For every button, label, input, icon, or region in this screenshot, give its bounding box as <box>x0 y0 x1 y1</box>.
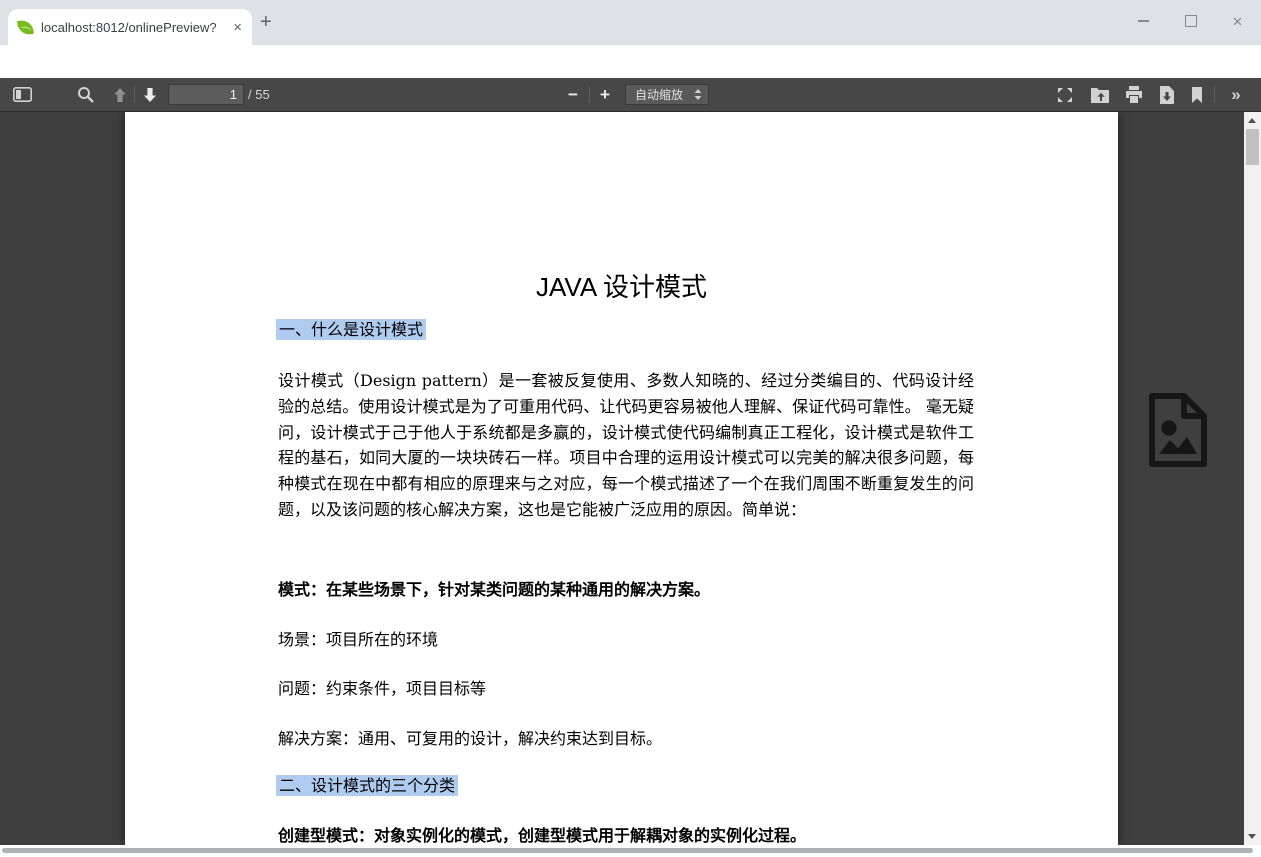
broken-image-placeholder <box>1140 390 1216 470</box>
open-file-button[interactable] <box>1086 78 1114 111</box>
window-controls: × <box>1120 0 1261 42</box>
spring-leaf-favicon-icon <box>17 19 34 36</box>
plus-icon: + <box>600 86 610 103</box>
zoom-out-button[interactable]: − <box>560 78 586 111</box>
pdf-page: JAVA 设计模式 一、什么是设计模式 设计模式（Design pattern）… <box>125 112 1118 845</box>
page-count-label: / 55 <box>248 87 270 102</box>
bookmark-view-button[interactable] <box>1186 78 1208 111</box>
arrow-up-icon <box>112 87 128 103</box>
tab-strip: localhost:8012/onlinePreview? × + × <box>0 0 1261 45</box>
highlighted-heading: 一、什么是设计模式 <box>276 319 426 340</box>
doc-heading-2: 二、设计模式的三个分类 <box>276 772 458 796</box>
doc-pattern-definition: 模式：在某些场景下，针对某类问题的某种通用的解决方案。 <box>278 576 710 600</box>
presentation-mode-button[interactable] <box>1052 78 1078 111</box>
minimize-icon <box>1138 20 1149 21</box>
maximize-button[interactable] <box>1167 0 1214 42</box>
next-page-button[interactable] <box>138 78 162 111</box>
horizontal-scrollbar-thumb[interactable] <box>2 848 1253 853</box>
close-icon: × <box>1233 13 1243 30</box>
close-button[interactable]: × <box>1214 0 1261 42</box>
highlighted-heading: 二、设计模式的三个分类 <box>276 775 458 796</box>
print-button[interactable] <box>1120 78 1148 111</box>
zoom-mode-value: 自动缩放 <box>635 86 683 103</box>
zoom-in-button[interactable]: + <box>592 78 618 111</box>
doc-problem-line: 问题：约束条件，项目目标等 <box>278 675 486 699</box>
browser-window: localhost:8012/onlinePreview? × + × i lo… <box>0 0 1261 857</box>
find-button[interactable] <box>72 78 98 111</box>
scroll-down-arrow-icon[interactable] <box>1248 834 1256 839</box>
doc-scene-line: 场景：项目所在的环境 <box>278 626 438 650</box>
fullscreen-icon <box>1056 86 1074 104</box>
minimize-button[interactable] <box>1120 0 1167 42</box>
doc-title: JAVA 设计模式 <box>125 267 1118 304</box>
scroll-up-arrow-icon[interactable] <box>1248 118 1256 123</box>
tab-title: localhost:8012/onlinePreview? <box>41 20 225 35</box>
zoom-mode-select[interactable]: 自动缩放 <box>625 84 709 105</box>
toolbar-separator <box>589 86 590 103</box>
tab-close-icon[interactable]: × <box>233 20 242 35</box>
sidebar-icon <box>13 87 32 102</box>
doc-heading-1: 一、什么是设计模式 <box>276 316 426 340</box>
doc-paragraph: 设计模式（Design pattern）是一套被反复使用、多数人知晓的、经过分类… <box>278 368 974 523</box>
address-bar: i localhost:8012/onlinePreview?url=http:… <box>0 45 1261 78</box>
doc-creational-line: 创建型模式：对象实例化的模式，创建型模式用于解耦对象的实例化过程。 <box>278 822 806 845</box>
select-arrows-icon <box>694 89 702 100</box>
toolbar-separator <box>134 86 135 103</box>
doc-solution-line: 解决方案：通用、可复用的设计，解决约束达到目标。 <box>278 725 662 749</box>
double-chevron-icon: » <box>1231 85 1238 105</box>
previous-page-button[interactable] <box>108 78 132 111</box>
more-tools-button[interactable]: » <box>1222 78 1248 111</box>
vertical-scrollbar[interactable] <box>1244 112 1261 845</box>
printer-icon <box>1125 86 1143 103</box>
open-folder-icon <box>1090 87 1110 103</box>
download-icon <box>1159 86 1175 104</box>
toolbar-separator <box>1214 86 1215 103</box>
vertical-scrollbar-thumb[interactable] <box>1246 129 1259 165</box>
pdf-toolbar: / 55 − + 自动缩放 <box>0 78 1261 112</box>
image-file-icon <box>1140 390 1216 470</box>
download-button[interactable] <box>1154 78 1180 111</box>
minus-icon: − <box>568 86 578 103</box>
arrow-down-icon <box>142 87 158 103</box>
search-icon <box>77 86 94 103</box>
browser-tab[interactable]: localhost:8012/onlinePreview? × <box>8 9 252 45</box>
new-tab-button[interactable]: + <box>260 11 272 34</box>
maximize-icon <box>1185 15 1197 27</box>
horizontal-scrollbar[interactable] <box>0 845 1261 857</box>
page-number-input[interactable] <box>168 84 244 105</box>
bookmark-icon <box>1191 87 1203 103</box>
pdf-viewer-area: JAVA 设计模式 一、什么是设计模式 设计模式（Design pattern）… <box>0 112 1261 845</box>
sidebar-toggle-button[interactable] <box>8 78 36 111</box>
